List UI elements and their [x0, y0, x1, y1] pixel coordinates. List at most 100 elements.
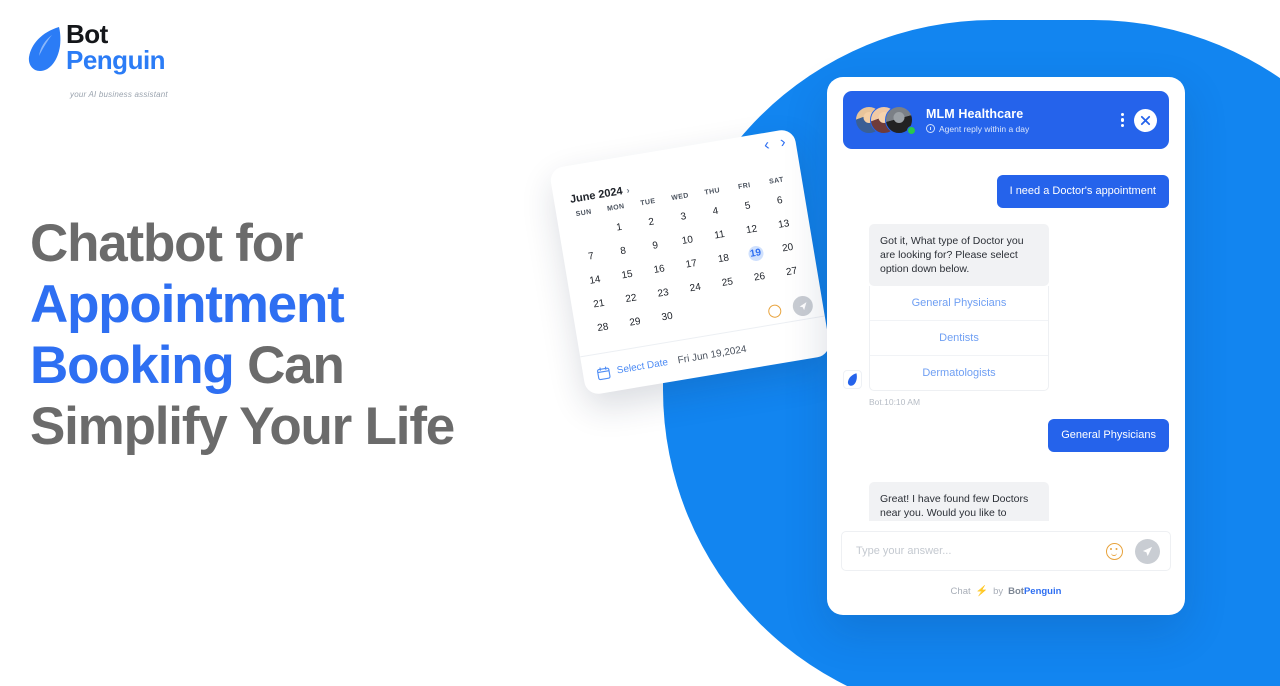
- calendar-day-5[interactable]: 5: [730, 196, 765, 216]
- calendar-day-26[interactable]: 26: [742, 267, 777, 287]
- close-button[interactable]: [1134, 108, 1157, 132]
- message-composer[interactable]: [841, 531, 1171, 571]
- calendar-day-20[interactable]: 20: [770, 238, 805, 258]
- paper-plane-glyph: [799, 301, 806, 310]
- option-general-physicians[interactable]: General Physicians: [870, 286, 1048, 320]
- calendar-day-9[interactable]: 9: [638, 236, 673, 256]
- footer-brand[interactable]: BotPenguin: [1008, 586, 1061, 597]
- calendar-day-12[interactable]: 12: [734, 220, 769, 240]
- penguin-glyph: [847, 373, 857, 386]
- user-message-bubble: I need a Doctor's appointment: [996, 175, 1169, 208]
- calendar-day-23[interactable]: 23: [646, 283, 681, 303]
- calendar-day-1[interactable]: 1: [602, 218, 637, 238]
- calendar-day-4[interactable]: 4: [698, 202, 733, 222]
- calendar-weekday-thu: THU: [704, 187, 721, 197]
- message-row-bot: Great! I have found few Doctors near you…: [843, 482, 1169, 521]
- calendar-weekday-sun: SUN: [575, 208, 593, 219]
- message-row-user: I need a Doctor's appointment: [843, 175, 1169, 208]
- calendar-day-19[interactable]: 19: [746, 244, 765, 263]
- bot-message-block: Great! I have found few Doctors near you…: [869, 482, 1049, 521]
- calendar-day-7[interactable]: 7: [574, 247, 609, 267]
- message-input[interactable]: [856, 545, 1106, 557]
- headline-line-3-accent: Booking: [30, 336, 235, 395]
- emoji-icon[interactable]: [767, 303, 783, 319]
- calendar-day-29[interactable]: 29: [618, 312, 653, 332]
- calendar-day-blank: [570, 223, 605, 243]
- calendar-day-10[interactable]: 10: [670, 231, 705, 251]
- chevron-right-icon: ›: [625, 185, 631, 196]
- calendar-weekday-sat: SAT: [768, 176, 785, 186]
- headline-line-1: Chatbot for: [30, 214, 304, 273]
- calendar-day-22[interactable]: 22: [614, 289, 649, 309]
- send-message-button[interactable]: [1135, 538, 1160, 564]
- close-icon: [1140, 115, 1151, 125]
- option-dentists[interactable]: Dentists: [870, 320, 1048, 355]
- calendar-weekday-mon: MON: [606, 203, 626, 213]
- message-row-bot: Got it, What type of Doctor you are look…: [843, 224, 1169, 391]
- more-options-icon[interactable]: [1120, 112, 1124, 128]
- calendar-day-24[interactable]: 24: [678, 278, 713, 298]
- chat-header-actions: [1120, 108, 1157, 132]
- paper-plane-icon: [1142, 546, 1153, 556]
- option-dermatologists[interactable]: Dermatologists: [870, 355, 1048, 390]
- logo-text-bot: Bot: [66, 19, 108, 49]
- calendar-month-text: June 2024: [569, 185, 624, 206]
- calendar-day-13[interactable]: 13: [767, 214, 802, 234]
- calendar-day-30[interactable]: 30: [650, 307, 685, 327]
- calendar-day-21[interactable]: 21: [582, 294, 617, 314]
- selected-date-value: Fri Jun 19,2024: [676, 343, 748, 367]
- calendar-weekday-wed: WED: [670, 192, 690, 203]
- calendar-day-6[interactable]: 6: [763, 191, 798, 211]
- agent-avatars: [855, 103, 917, 137]
- calendar-prev-month-icon[interactable]: ‹: [763, 136, 771, 154]
- bot-message-bubble: Got it, What type of Doctor you are look…: [869, 224, 1049, 286]
- bot-message-block: Got it, What type of Doctor you are look…: [869, 224, 1049, 391]
- calendar-weekday-fri: FRI: [737, 182, 752, 191]
- chat-widget: MLM Healthcare Agent reply within a day …: [827, 77, 1185, 615]
- footer-chat-word: Chat: [950, 586, 971, 597]
- select-date-label: Select Date: [616, 357, 669, 377]
- bolt-icon: ⚡: [975, 586, 989, 597]
- headline-line-3-rest: Can: [233, 336, 345, 395]
- chat-title: MLM Healthcare: [926, 106, 1024, 121]
- message-list: I need a Doctor's appointment Got it, Wh…: [827, 161, 1185, 521]
- calendar-day-18[interactable]: 18: [706, 249, 741, 269]
- calendar-day-15[interactable]: 15: [610, 265, 645, 285]
- calendar-next-month-icon[interactable]: ›: [779, 134, 787, 152]
- calendar-day-17[interactable]: 17: [674, 254, 709, 274]
- calendar-day-8[interactable]: 8: [606, 241, 641, 261]
- online-status-dot: [907, 126, 916, 135]
- chat-subtitle-row: Agent reply within a day: [926, 124, 1121, 134]
- chat-footer-branding: Chat ⚡ by BotPenguin: [827, 586, 1185, 597]
- logo-tagline: your AI business assistant: [70, 90, 168, 99]
- penguin-mark-icon: [28, 27, 61, 71]
- botpenguin-logo[interactable]: Bot Penguin your AI business assistant: [28, 19, 208, 99]
- emoji-picker-icon[interactable]: [1106, 542, 1123, 560]
- calendar-day-11[interactable]: 11: [702, 225, 737, 245]
- calendar-card[interactable]: ‹ › June 2024 › SUN MON TUE WED THU FRI SAT 1 2 3…: [548, 128, 832, 396]
- calendar-day-25[interactable]: 25: [710, 273, 745, 293]
- user-message-bubble: General Physicians: [1048, 419, 1169, 452]
- calendar-weekday-tue: TUE: [639, 197, 657, 208]
- calendar-icon: [597, 366, 611, 381]
- calendar-day-28[interactable]: 28: [586, 318, 621, 338]
- calendar-day-2[interactable]: 2: [634, 212, 669, 232]
- clock-icon: [926, 124, 935, 133]
- page-headline: Chatbot for Appointment Booking Can Simp…: [30, 213, 455, 457]
- calendar-day-3[interactable]: 3: [666, 207, 701, 227]
- footer-brand-penguin: Penguin: [1023, 586, 1062, 597]
- headline-line-2: Appointment: [30, 275, 345, 334]
- headline-line-4: Simplify Your Life: [30, 397, 455, 456]
- footer-by-word: by: [993, 586, 1004, 597]
- bot-message-bubble: Great! I have found few Doctors near you…: [869, 482, 1049, 521]
- chat-header: MLM Healthcare Agent reply within a day: [843, 91, 1169, 149]
- logo-text-penguin: Penguin: [66, 45, 166, 75]
- calendar-day-27[interactable]: 27: [774, 262, 809, 282]
- message-row-user: General Physicians: [843, 419, 1169, 452]
- calendar-day-14[interactable]: 14: [578, 270, 613, 290]
- quick-reply-options: General Physicians Dentists Dermatologis…: [869, 286, 1049, 391]
- message-timestamp: Bot.10:10 AM: [869, 397, 921, 407]
- calendar-day-16[interactable]: 16: [642, 260, 677, 280]
- calendar-nav: ‹ ›: [763, 134, 787, 154]
- footer-brand-bot: Bot: [1008, 586, 1024, 597]
